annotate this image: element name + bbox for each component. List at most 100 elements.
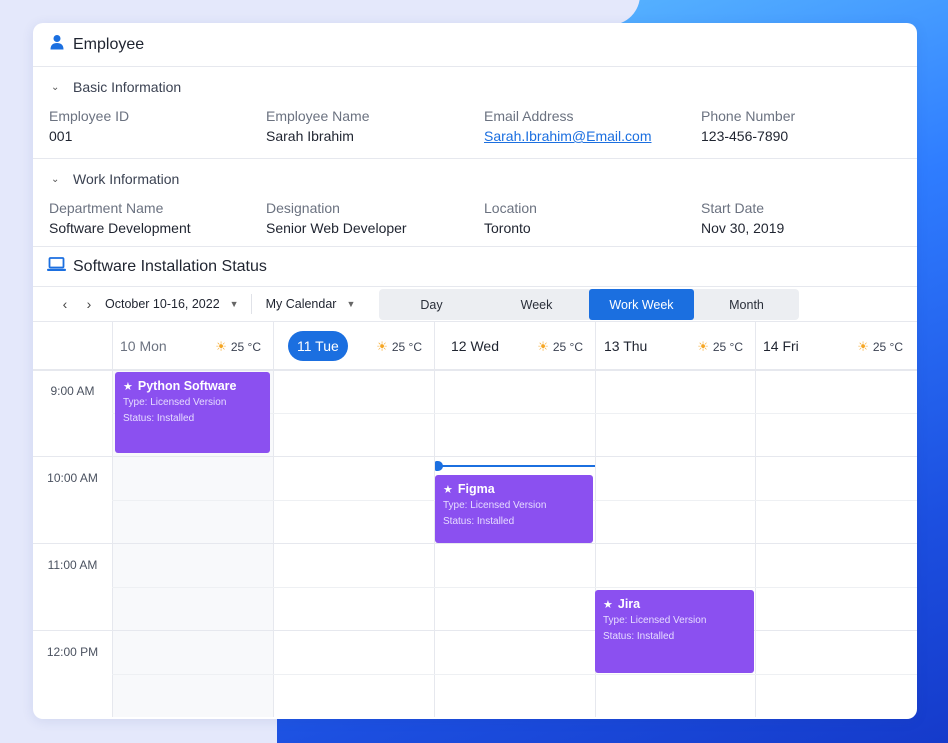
day-header-wed[interactable]: 12 Wed ☀ 25 °C (434, 322, 595, 370)
designation-field: Designation Senior Web Developer (266, 199, 484, 239)
event-type: Type: Licensed Version (123, 397, 227, 408)
caret-down-icon[interactable]: ▼ (346, 299, 355, 309)
basic-information-section: ⌄ Basic Information Employee ID 001 Empl… (33, 67, 917, 159)
event-status: Status: Installed (603, 631, 675, 642)
scheduler-toolbar: ‹ › October 10-16, 2022 ▼ My Calendar ▼ … (33, 287, 917, 322)
event-status: Status: Installed (443, 516, 515, 527)
view-day-button[interactable]: Day (379, 289, 484, 320)
toolbar-separator (250, 294, 252, 314)
field-value: Software Development (49, 220, 191, 236)
event-title: Python Software (137, 379, 237, 393)
day-name: 13 Thu (604, 338, 648, 354)
department-field: Department Name Software Development (49, 199, 266, 239)
field-label: Email Address (484, 108, 574, 124)
weather: ☀ 25 °C (376, 339, 422, 355)
grid-line (112, 674, 917, 675)
background-cutout (260, 0, 640, 25)
view-week-button[interactable]: Week (484, 289, 589, 320)
time-label: 11:00 AM (47, 558, 98, 572)
field-label: Phone Number (701, 108, 796, 124)
field-value: 001 (49, 128, 73, 144)
schedule-title: Software Installation Status (73, 257, 267, 275)
chevron-down-icon: ⌄ (51, 81, 60, 93)
schedule-header: Software Installation Status (33, 247, 917, 287)
weather: ☀ 25 °C (697, 339, 743, 355)
work-information-section: ⌄ Work Information Department Name Softw… (33, 159, 917, 247)
card-header: Employee (33, 23, 917, 67)
event-python-software[interactable]: ★ Python Software Type: Licensed Version … (115, 372, 270, 453)
grid-line (33, 543, 917, 544)
star-icon: ★ (443, 483, 453, 496)
start-date-field: Start Date Nov 30, 2019 (701, 199, 917, 239)
current-time-line (435, 465, 595, 467)
event-type: Type: Licensed Version (603, 615, 707, 626)
field-value: 123-456-7890 (701, 128, 789, 144)
event-title: Jira (617, 597, 641, 611)
field-label: Department Name (49, 200, 164, 216)
day-name: 10 Mon (120, 338, 167, 354)
employee-card: Employee ⌄ Basic Information Employee ID… (33, 23, 917, 719)
star-icon: ★ (603, 598, 613, 611)
field-label: Employee Name (266, 108, 370, 124)
time-label: 10:00 AM (47, 471, 98, 485)
day-header-mon[interactable]: 10 Mon ☀ 25 °C (112, 322, 273, 370)
email-field: Email Address Sarah.Ibrahim@Email.com (484, 107, 701, 147)
temperature: 25 °C (552, 340, 583, 354)
work-information-toggle[interactable]: ⌄ Work Information (33, 159, 917, 199)
card-title: Employee (73, 35, 145, 53)
view-work-week-button[interactable]: Work Week (589, 289, 694, 320)
day-name-today: 11 Tue (288, 331, 348, 361)
day-header-tue[interactable]: 11 Tue ☀ 25 °C (273, 322, 434, 370)
sun-icon: ☀ (215, 339, 227, 354)
event-jira[interactable]: ★ Jira Type: Licensed Version Status: Ins… (595, 590, 754, 673)
field-label: Location (484, 200, 537, 216)
sun-icon: ☀ (857, 339, 869, 354)
previous-button[interactable]: ‹ (53, 296, 77, 312)
weather: ☀ 25 °C (537, 339, 583, 355)
email-link[interactable]: Sarah.Ibrahim@Email.com (484, 125, 701, 147)
field-label: Designation (266, 200, 340, 216)
field-label: Employee ID (49, 108, 130, 124)
time-label: 9:00 AM (50, 384, 95, 398)
field-label: Start Date (701, 200, 765, 216)
grid-line (33, 456, 917, 457)
star-icon: ★ (123, 380, 133, 393)
event-type: Type: Licensed Version (443, 500, 547, 511)
day-header-fri[interactable]: 14 Fri ☀ 25 °C (755, 322, 917, 370)
date-range-picker[interactable]: October 10-16, 2022 (105, 297, 220, 311)
temperature: 25 °C (872, 340, 903, 354)
work-info-grid: Department Name Software Development Des… (33, 199, 917, 239)
day-header-row: 10 Mon ☀ 25 °C 11 Tue ☀ 25 °C 12 Wed ☀ 25 °… (33, 322, 917, 370)
field-value: Toronto (484, 220, 531, 236)
caret-down-icon[interactable]: ▼ (230, 299, 239, 309)
basic-info-grid: Employee ID 001 Employee Name Sarah Ibra… (33, 107, 917, 147)
location-field: Location Toronto (484, 199, 701, 239)
section-label: Work Information (73, 171, 180, 187)
view-month-button[interactable]: Month (694, 289, 799, 320)
weather: ☀ 25 °C (857, 339, 903, 355)
grid-line (112, 587, 917, 588)
event-figma[interactable]: ★ Figma Type: Licensed Version Status: In… (435, 475, 593, 543)
day-header-thu[interactable]: 13 Thu ☀ 25 °C (595, 322, 755, 370)
grid-line (33, 630, 917, 631)
calendar-grid: 10 Mon ☀ 25 °C 11 Tue ☀ 25 °C 12 Wed ☀ 25 °… (33, 322, 917, 717)
section-label: Basic Information (73, 79, 182, 95)
field-value: Nov 30, 2019 (701, 220, 785, 236)
event-title: Figma (457, 482, 495, 496)
time-label: 12:00 PM (46, 645, 99, 659)
temperature: 25 °C (230, 340, 261, 354)
field-value: Sarah Ibrahim (266, 128, 354, 144)
phone-field: Phone Number 123-456-7890 (701, 107, 917, 147)
person-icon (49, 34, 65, 55)
view-switcher: Day Week Work Week Month (379, 289, 799, 320)
basic-information-toggle[interactable]: ⌄ Basic Information (33, 67, 917, 107)
calendar-select[interactable]: My Calendar (266, 297, 337, 311)
employee-name-field: Employee Name Sarah Ibrahim (266, 107, 484, 147)
event-status: Status: Installed (123, 413, 195, 424)
sun-icon: ☀ (376, 339, 388, 354)
day-name: 12 Wed (451, 338, 499, 354)
temperature: 25 °C (391, 340, 422, 354)
employee-id-field: Employee ID 001 (49, 107, 266, 147)
next-button[interactable]: › (77, 296, 101, 312)
chevron-down-icon: ⌄ (51, 173, 60, 185)
